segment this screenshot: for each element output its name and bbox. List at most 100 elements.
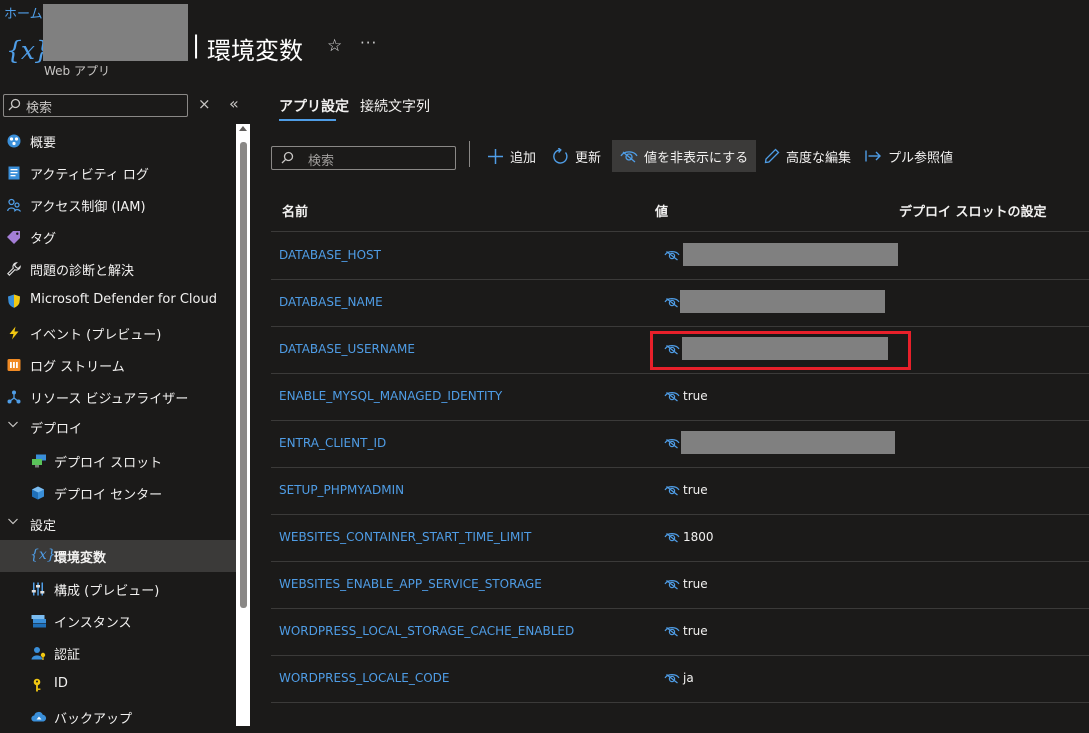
deployment-slot-icon <box>31 454 46 468</box>
iam-icon <box>7 198 21 212</box>
shield-icon <box>7 294 21 308</box>
sidebar-item-tags[interactable]: タグ <box>0 221 236 253</box>
add-button[interactable]: 追加 <box>487 140 536 172</box>
eye-hide-icon[interactable] <box>664 249 680 261</box>
sidebar-group-label: 設定 <box>30 519 57 534</box>
sidebar-item-label: 概要 <box>30 136 57 151</box>
sidebar-scrollbar-thumb[interactable] <box>240 142 247 608</box>
setting-name-link[interactable]: ENTRA_CLIENT_ID <box>279 436 386 450</box>
setting-name-link[interactable]: SETUP_PHPMYADMIN <box>279 483 404 497</box>
sidebar-item-deployment-slots[interactable]: デプロイ スロット <box>0 445 236 477</box>
eye-hide-icon[interactable] <box>664 390 680 402</box>
instances-icon <box>31 614 46 628</box>
settings-search-placeholder: 検索 <box>308 154 335 169</box>
sidebar-item-log-stream[interactable]: ログ ストリーム <box>0 349 236 381</box>
setting-name-link[interactable]: DATABASE_HOST <box>279 248 381 262</box>
table-row[interactable]: WORDPRESS_LOCALE_CODE ja <box>271 655 1089 703</box>
setting-name-link[interactable]: WEBSITES_CONTAINER_START_TIME_LIMIT <box>279 530 531 544</box>
eye-hide-icon[interactable] <box>664 578 680 590</box>
sidebar-item-label: デプロイ センター <box>54 488 163 503</box>
clear-search-icon[interactable]: × <box>198 95 211 113</box>
scroll-up-arrow-icon[interactable] <box>239 126 247 131</box>
column-header-slot-setting[interactable]: デプロイ スロットの設定 <box>899 201 1047 220</box>
eye-hide-icon[interactable] <box>664 672 680 684</box>
sidebar-item-label: 問題の診断と解決 <box>30 264 135 279</box>
sidebar-item-label: 環境変数 <box>54 551 107 566</box>
sidebar-item-defender[interactable]: Microsoft Defender for Cloud <box>0 285 236 317</box>
sidebar-item-resource-visualizer[interactable]: リソース ビジュアライザー <box>0 381 236 413</box>
resource-type-label: Web アプリ <box>44 64 110 78</box>
sidebar-item-label: ログ ストリーム <box>30 360 125 375</box>
overview-icon <box>7 134 21 148</box>
table-row[interactable]: WEBSITES_CONTAINER_START_TIME_LIMIT 1800 <box>271 514 1089 562</box>
setting-name-link[interactable]: WEBSITES_ENABLE_APP_SERVICE_STORAGE <box>279 577 542 591</box>
sidebar-item-instances[interactable]: インスタンス <box>0 605 236 637</box>
column-header-name[interactable]: 名前 <box>282 201 308 220</box>
collapse-sidebar-icon[interactable]: « <box>229 94 239 113</box>
sidebar-item-label: バックアップ <box>54 712 133 727</box>
sidebar-item-configuration[interactable]: 構成 (プレビュー) <box>0 573 236 605</box>
hide-values-button[interactable]: 値を非表示にする <box>612 140 757 172</box>
sidebar-item-label: Microsoft Defender for Cloud <box>30 292 217 307</box>
chevron-down-icon <box>7 514 19 528</box>
sidebar-group-settings[interactable]: 設定 <box>0 508 236 540</box>
eye-hide-icon[interactable] <box>664 296 680 308</box>
more-actions-icon[interactable]: ··· <box>360 34 377 52</box>
tab-app-settings[interactable]: アプリ設定 <box>279 96 349 116</box>
page-title: 環境変数 <box>207 37 303 65</box>
sidebar-item-deployment-center[interactable]: デプロイ センター <box>0 477 236 509</box>
advanced-edit-button-label: 高度な編集 <box>786 150 852 166</box>
table-row[interactable]: SETUP_PHPMYADMIN true <box>271 467 1089 515</box>
chevron-down-icon <box>7 417 19 431</box>
setting-name-link[interactable]: ENABLE_MYSQL_MANAGED_IDENTITY <box>279 389 502 403</box>
redacted-value <box>683 243 898 266</box>
sidebar-item-label: アクセス制御 (IAM) <box>30 200 146 215</box>
sidebar-item-overview[interactable]: 概要 <box>0 125 236 157</box>
plus-icon <box>487 148 504 165</box>
refresh-button[interactable]: 更新 <box>552 140 601 172</box>
table-row[interactable]: DATABASE_HOST <box>271 232 1089 280</box>
eye-hide-icon[interactable] <box>664 484 680 496</box>
highlight-box <box>650 331 911 370</box>
resource-visualizer-icon <box>7 390 21 404</box>
sidebar-item-activity-log[interactable]: アクティビティ ログ <box>0 157 236 189</box>
wrench-icon <box>7 262 21 276</box>
sidebar-item-label: タグ <box>30 232 57 247</box>
pull-reference-button[interactable]: プル参照値 <box>865 140 953 172</box>
breadcrumb-home[interactable]: ホーム <box>4 3 43 22</box>
settings-search-input[interactable]: 検索 <box>271 146 456 170</box>
sidebar-item-diagnose[interactable]: 問題の診断と解決 <box>0 253 236 285</box>
sidebar-item-iam[interactable]: アクセス制御 (IAM) <box>0 189 236 221</box>
tab-connection-strings[interactable]: 接続文字列 <box>360 96 430 116</box>
eye-hide-icon[interactable] <box>664 437 680 449</box>
sidebar-item-events[interactable]: イベント (プレビュー) <box>0 317 236 349</box>
column-header-value[interactable]: 値 <box>655 201 668 220</box>
env-variable-icon: {x} <box>30 547 56 563</box>
sidebar-item-label: ID <box>54 676 68 691</box>
eye-hide-icon[interactable] <box>664 531 680 543</box>
refresh-button-label: 更新 <box>575 150 602 166</box>
authentication-icon <box>31 646 46 660</box>
setting-name-link[interactable]: WORDPRESS_LOCALE_CODE <box>279 671 449 685</box>
table-row[interactable]: WORDPRESS_LOCAL_STORAGE_CACHE_ENABLED tru… <box>271 608 1089 656</box>
sidebar-item-authentication[interactable]: 認証 <box>0 637 236 669</box>
sidebar-item-environment-variables[interactable]: {x} 環境変数 <box>0 540 236 572</box>
favorite-star-icon[interactable]: ☆ <box>327 36 342 56</box>
sidebar-group-deploy[interactable]: デプロイ <box>0 411 236 443</box>
advanced-edit-button[interactable]: 高度な編集 <box>764 140 851 172</box>
setting-name-link[interactable]: DATABASE_USERNAME <box>279 342 415 356</box>
table-row[interactable]: ENTRA_CLIENT_ID <box>271 420 1089 468</box>
setting-value: true <box>683 389 708 403</box>
table-row[interactable]: DATABASE_NAME <box>271 279 1089 327</box>
setting-name-link[interactable]: DATABASE_NAME <box>279 295 383 309</box>
table-row[interactable]: WEBSITES_ENABLE_APP_SERVICE_STORAGE true <box>271 561 1089 609</box>
add-button-label: 追加 <box>510 150 537 166</box>
table-row[interactable]: ENABLE_MYSQL_MANAGED_IDENTITY true <box>271 373 1089 421</box>
eye-hide-icon[interactable] <box>664 625 680 637</box>
sidebar-item-backup[interactable]: バックアップ <box>0 701 236 733</box>
sidebar-item-identity[interactable]: ID <box>0 669 236 701</box>
setting-name-link[interactable]: WORDPRESS_LOCAL_STORAGE_CACHE_ENABLED <box>279 624 574 638</box>
pull-reference-button-label: プル参照値 <box>888 150 954 166</box>
sidebar-search-input[interactable]: 検索 <box>3 94 188 117</box>
lightning-icon <box>7 326 21 340</box>
